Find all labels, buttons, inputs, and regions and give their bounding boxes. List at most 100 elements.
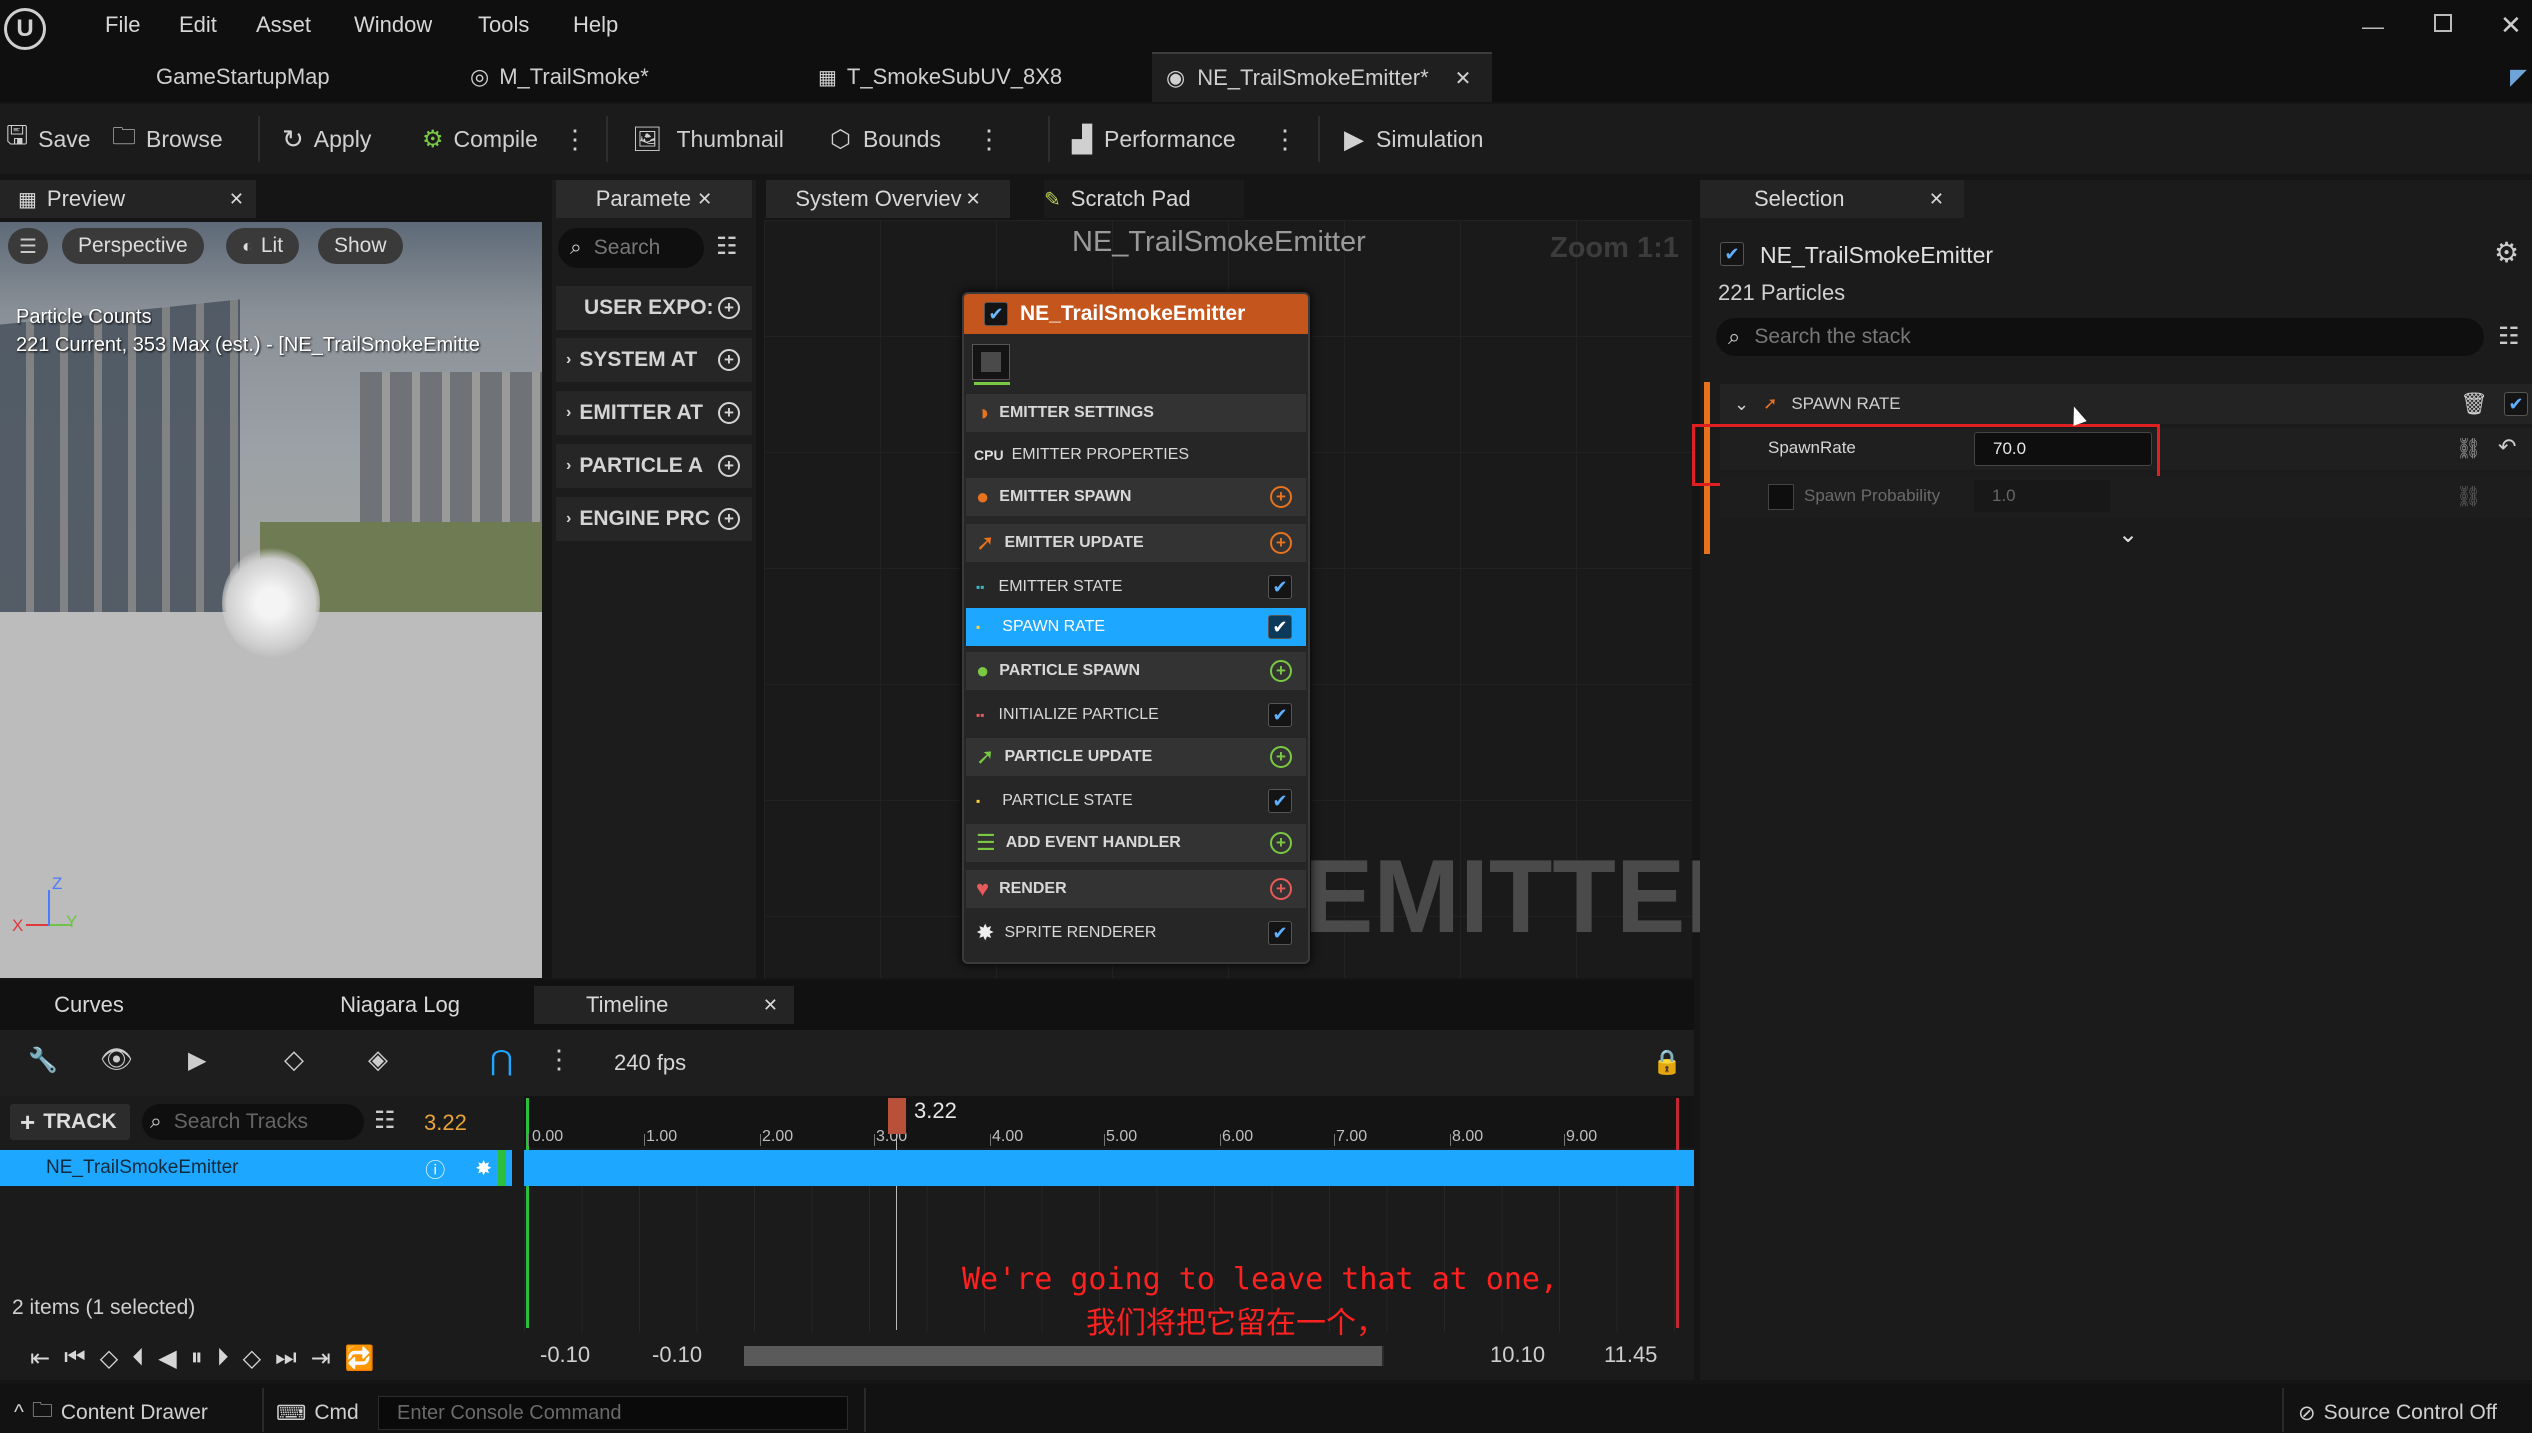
link-icon[interactable]: ⛓ <box>2456 436 2481 461</box>
step-forward-icon[interactable]: ⏵ <box>217 1344 229 1372</box>
settings-gear-icon[interactable]: ⚙ <box>2494 236 2519 269</box>
add-module-icon[interactable]: + <box>1270 486 1292 508</box>
module-enabled-checkbox[interactable]: ✔ <box>2504 392 2528 416</box>
tab-t-smokesubuv[interactable]: ▦ T_SmokeSubUV_8X8 <box>802 52 1142 102</box>
tab-system-overview[interactable]: System Overviev ✕ <box>766 180 1010 218</box>
selection-panel-tab[interactable]: Selection ✕ <box>1700 180 1964 218</box>
node-row-add-event-handler[interactable]: ☰ ADD EVENT HANDLER + <box>966 824 1306 862</box>
cmd-button[interactable]: ⌨ Cmd <box>276 1398 359 1428</box>
viewport-menu-button[interactable]: ☰ <box>8 228 48 264</box>
param-category-system[interactable]: › SYSTEM AT + <box>556 338 752 382</box>
lit-button[interactable]: ◐ Lit <box>226 228 300 264</box>
add-parameter-icon[interactable]: + <box>718 349 740 371</box>
next-key-icon[interactable]: ◇ <box>243 1344 261 1373</box>
node-row-emitter-state[interactable]: ▪▪ EMITTER STATE ✔ <box>966 568 1306 606</box>
bounds-button[interactable]: ⬡ Bounds <box>830 116 941 162</box>
stack-search-input[interactable]: ⌕ Search the stack <box>1716 318 2484 356</box>
emitter-node-header[interactable]: ✔ NE_TrailSmokeEmitter <box>964 294 1308 334</box>
content-drawer-button[interactable]: ^ 🗀 Content Drawer <box>14 1398 208 1428</box>
track-filter-icon[interactable]: ☷ <box>374 1106 396 1135</box>
add-module-icon[interactable]: + <box>1270 532 1292 554</box>
node-row-particle-state[interactable]: ▪ PARTICLE STATE ✔ <box>966 782 1306 820</box>
link-icon[interactable]: ⛓ <box>2456 484 2481 509</box>
reset-arrow-icon[interactable]: ↶ <box>2498 434 2516 460</box>
timeline-scrollbar-thumb[interactable] <box>744 1346 1382 1366</box>
performance-options-icon[interactable]: ⋮ <box>1272 116 1298 162</box>
node-row-render[interactable]: ♥ RENDER + <box>966 870 1306 908</box>
thumbnail-button[interactable]: 🖼 Thumbnail <box>632 116 784 162</box>
track-bar[interactable] <box>524 1150 1694 1186</box>
add-module-icon[interactable]: + <box>1270 746 1292 768</box>
node-row-emitter-spawn[interactable]: ● EMITTER SPAWN + <box>966 478 1306 516</box>
add-parameter-icon[interactable]: + <box>718 455 740 477</box>
feedback-icon[interactable]: ◤ <box>2510 64 2527 90</box>
spawn-probability-input[interactable]: 1.0 <box>1974 480 2110 512</box>
emitter-thumbnail[interactable] <box>972 344 1010 380</box>
node-row-spawn-rate[interactable]: ▪ SPAWN RATE ✔ <box>966 608 1306 646</box>
working-range-start[interactable]: -0.10 <box>652 1342 702 1368</box>
step-back-icon[interactable]: ⏴ <box>132 1344 144 1372</box>
loop-icon[interactable]: 🔁 <box>345 1344 375 1373</box>
restore-icon[interactable] <box>2434 14 2452 32</box>
add-module-icon[interactable]: + <box>1270 878 1292 900</box>
range-start-icon[interactable]: ⇤ <box>30 1344 50 1373</box>
menu-help[interactable]: Help <box>573 12 618 38</box>
spawn-rate-section-header[interactable]: ⌄ ➚ SPAWN RATE 🗑 ✔ <box>1720 384 2532 424</box>
filter-icon[interactable]: ☷ <box>716 232 738 261</box>
tab-niagara-log[interactable]: Niagara Log <box>270 986 530 1024</box>
module-enabled-checkbox[interactable]: ✔ <box>1268 575 1292 599</box>
close-tab-icon[interactable]: ✕ <box>1455 66 1472 91</box>
close-parameters-icon[interactable]: ✕ <box>697 189 712 210</box>
view-range-start[interactable]: -0.10 <box>540 1342 590 1368</box>
tab-ne-trailsmokeemitter[interactable]: ◉ NE_TrailSmokeEmitter* ✕ <box>1152 52 1492 102</box>
performance-button[interactable]: ▟ Performance <box>1072 116 1236 162</box>
lock-icon[interactable]: 🔒 <box>1652 1048 1682 1077</box>
add-module-icon[interactable]: + <box>1270 832 1292 854</box>
info-icon[interactable]: ⓘ <box>425 1154 445 1183</box>
delete-module-icon[interactable]: 🗑 <box>2460 391 2488 417</box>
tab-scratch-pad[interactable]: ✎ Scratch Pad <box>1044 180 1244 218</box>
unreal-logo[interactable]: U <box>4 8 46 50</box>
close-overview-icon[interactable]: ✕ <box>966 189 981 210</box>
menu-asset[interactable]: Asset <box>256 12 311 38</box>
emitter-enabled-checkbox[interactable]: ✔ <box>984 302 1008 326</box>
show-button[interactable]: Show <box>318 228 403 264</box>
close-selection-icon[interactable]: ✕ <box>1929 189 1944 210</box>
compile-options-icon[interactable]: ⋮ <box>562 116 588 162</box>
menu-file[interactable]: File <box>105 12 140 38</box>
bounds-options-icon[interactable]: ⋮ <box>976 116 1002 162</box>
save-button[interactable]: 🖫 Save <box>6 116 91 162</box>
compile-button[interactable]: ⚙ Compile <box>422 116 538 162</box>
pause-icon[interactable]: ⏸ <box>191 1344 203 1372</box>
menu-tools[interactable]: Tools <box>478 12 529 38</box>
jump-to-end-icon[interactable]: ⏭ <box>275 1344 297 1372</box>
module-enabled-checkbox[interactable]: ✔ <box>1268 615 1292 639</box>
collapse-chevron-icon[interactable]: ⌄ <box>1734 394 1749 415</box>
play-options-icon[interactable]: ▶ <box>188 1046 206 1075</box>
node-row-particle-spawn[interactable]: ● PARTICLE SPAWN + <box>966 652 1306 690</box>
module-enabled-checkbox[interactable]: ✔ <box>1268 789 1292 813</box>
tab-gamestartupmap[interactable]: GameStartupMap <box>140 52 440 102</box>
close-preview-icon[interactable]: ✕ <box>229 189 244 210</box>
param-category-engine[interactable]: › ENGINE PRC + <box>556 497 752 541</box>
spawn-probability-checkbox[interactable] <box>1768 484 1794 510</box>
param-category-emitter[interactable]: › EMITTER AT + <box>556 391 752 435</box>
close-window-icon[interactable]: ✕ <box>2500 10 2522 41</box>
working-range-end[interactable]: 10.10 <box>1490 1342 1545 1368</box>
wrench-icon[interactable]: 🔧 <box>28 1046 58 1075</box>
play-reverse-icon[interactable]: ◀ <box>158 1344 176 1373</box>
param-category-user-exposed[interactable]: USER EXPO: + <box>556 286 752 330</box>
preview-panel-tab[interactable]: ▦ Preview ✕ <box>0 180 256 218</box>
console-command-input[interactable]: Enter Console Command <box>378 1396 848 1430</box>
add-module-icon[interactable]: + <box>1270 660 1292 682</box>
browse-button[interactable]: 🗀 Browse <box>112 116 223 162</box>
add-parameter-icon[interactable]: + <box>718 508 740 530</box>
close-timeline-icon[interactable]: ✕ <box>763 995 778 1016</box>
tab-curves[interactable]: Curves <box>0 986 268 1024</box>
view-range-end[interactable]: 11.45 <box>1604 1342 1657 1368</box>
param-category-particle[interactable]: › PARTICLE A + <box>556 444 752 488</box>
parameters-panel-tab[interactable]: Paramete ✕ <box>556 180 752 218</box>
tab-m-trailsmoke[interactable]: ◎ M_TrailSmoke* <box>456 52 786 102</box>
fps-selector[interactable]: 240 fps <box>614 1050 686 1076</box>
track-row[interactable]: NE_TrailSmokeEmitter ⓘ ✸ <box>0 1150 512 1186</box>
